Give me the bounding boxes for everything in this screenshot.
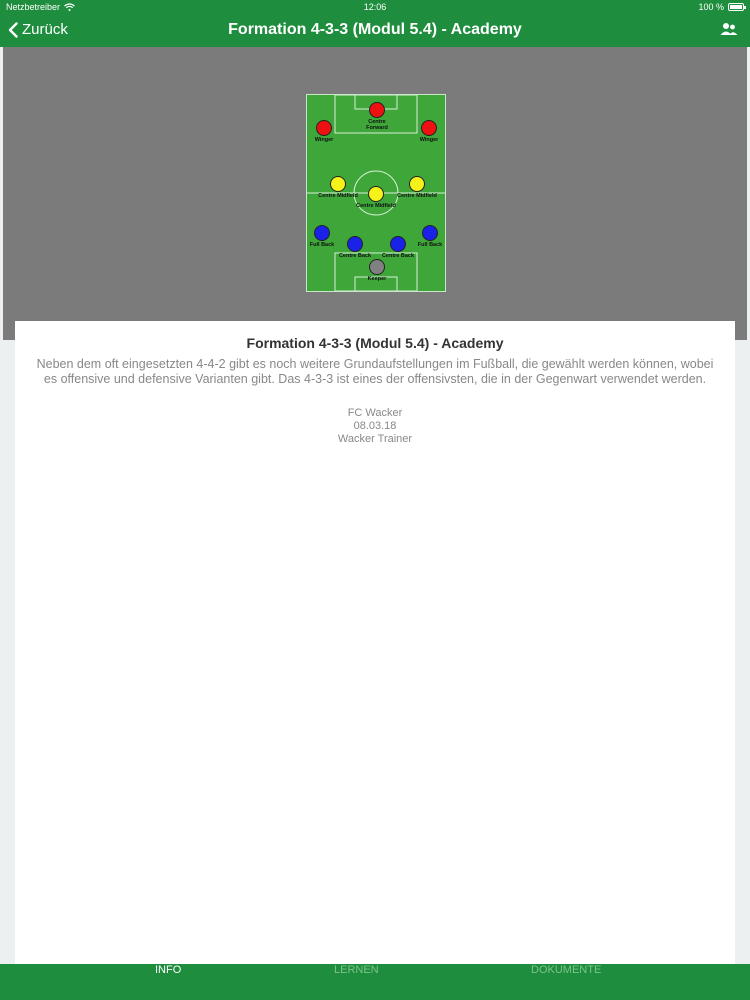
player-marker xyxy=(368,186,384,202)
tab-info[interactable]: INFO xyxy=(155,964,181,976)
battery-info: 100 % xyxy=(698,2,746,12)
battery-label: 100 % xyxy=(698,2,724,12)
player-position-label: Keeper xyxy=(367,276,387,282)
formation-meta: FC Wacker 08.03.18 Wacker Trainer xyxy=(15,407,735,446)
player-marker xyxy=(369,102,385,118)
formation-detail-card: Formation 4-3-3 (Modul 5.4) - Academy Ne… xyxy=(15,321,735,964)
created-date: 08.03.18 xyxy=(353,420,397,432)
player-marker xyxy=(347,236,363,252)
formation-description: Neben dem oft eingesetzten 4-4-2 gibt es… xyxy=(36,357,714,386)
player-position-label: Centre Forward xyxy=(366,119,388,131)
tab-dokumente[interactable]: DOKUMENTE xyxy=(531,964,601,976)
player-position-label: Full Back xyxy=(417,242,443,248)
formation-panel: Centre Forward Winger Winger Centre Midfiel… xyxy=(3,47,747,340)
users-icon xyxy=(720,23,738,35)
page-title: Formation 4-3-3 (Modul 5.4) - Academy xyxy=(228,21,522,38)
navigation-bar: Zurück Formation 4-3-3 (Modul 5.4) - Aca… xyxy=(0,14,750,47)
tab-bar: INFO LERNEN DOKUMENTE xyxy=(0,964,750,1000)
player-marker xyxy=(409,176,425,192)
player-marker xyxy=(390,236,406,252)
player-marker xyxy=(421,120,437,136)
player-position-label: Centre Back xyxy=(381,253,415,259)
player-marker xyxy=(369,259,385,275)
player-marker xyxy=(330,176,346,192)
player-position-label: Full Back xyxy=(309,242,335,248)
battery-icon xyxy=(728,3,746,11)
football-pitch: Centre Forward Winger Winger Centre Midfiel… xyxy=(306,94,446,292)
club-name: FC Wacker xyxy=(347,407,403,419)
player-position-label: Centre Midfield xyxy=(397,193,437,199)
player-marker xyxy=(422,225,438,241)
status-bar: Netzbetreiber 12:06 100 % xyxy=(0,0,750,14)
formation-title: Formation 4-3-3 (Modul 5.4) - Academy xyxy=(246,335,504,351)
player-position-label: Centre Midfield xyxy=(356,203,396,209)
player-position-label: Winger xyxy=(314,137,334,143)
player-position-label: Centre Back xyxy=(338,253,372,259)
team-members-button[interactable] xyxy=(720,22,738,41)
player-position-label: Centre Midfield xyxy=(318,193,358,199)
player-marker xyxy=(314,225,330,241)
author-name: Wacker Trainer xyxy=(337,433,413,445)
status-time: 12:06 xyxy=(363,2,387,12)
player-position-label: Winger xyxy=(419,137,439,143)
tab-lernen[interactable]: LERNEN xyxy=(334,964,379,976)
player-marker xyxy=(316,120,332,136)
